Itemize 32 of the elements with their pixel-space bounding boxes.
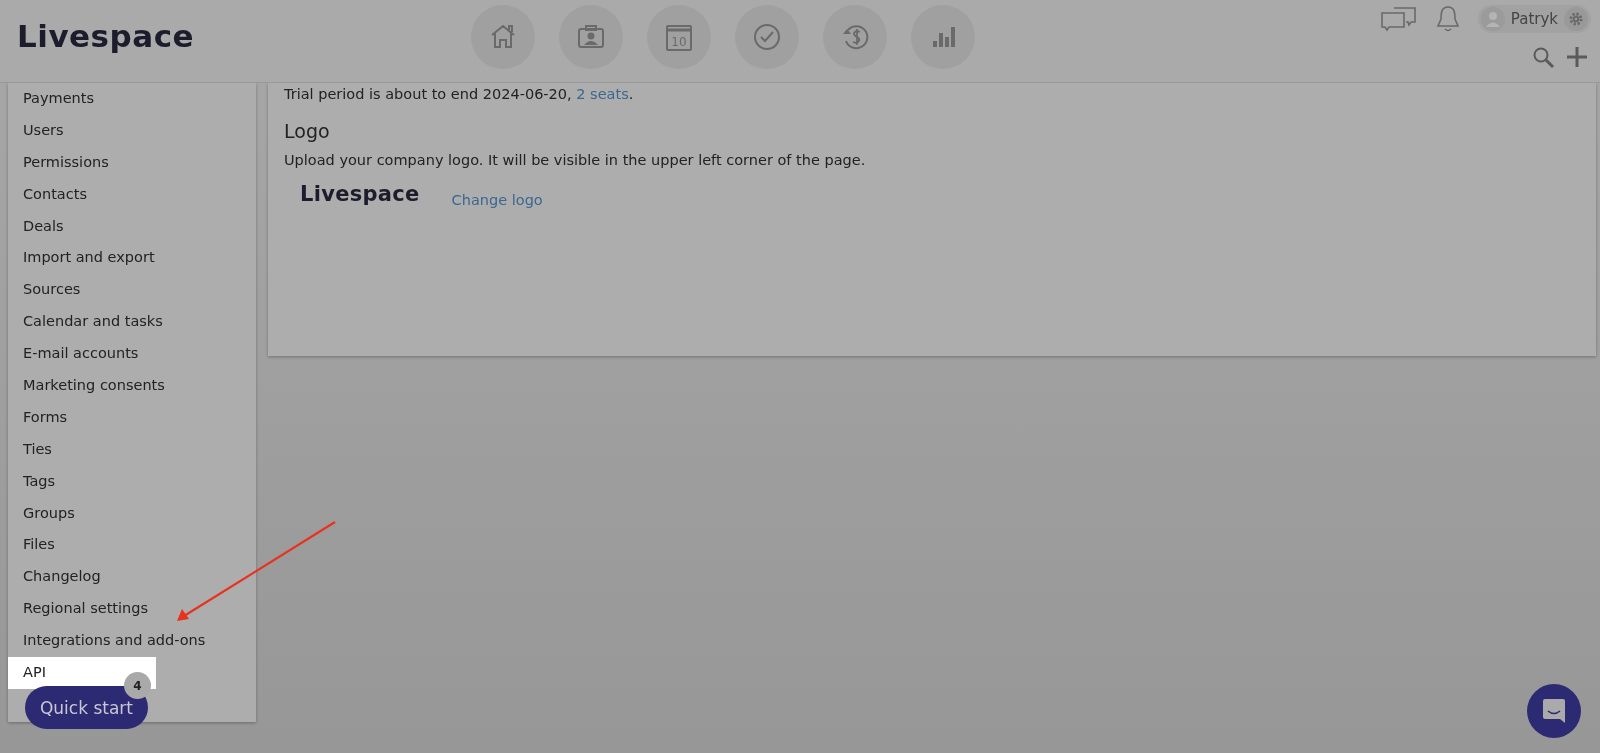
sidebar-item[interactable]: Tags — [8, 465, 256, 498]
plus-icon[interactable] — [1566, 46, 1588, 68]
bell-icon[interactable] — [1435, 4, 1460, 34]
sidebar-item[interactable]: Forms — [8, 401, 256, 434]
section-heading: Logo — [284, 120, 331, 142]
sidebar-item[interactable]: Payments — [8, 83, 256, 115]
sidebar-item[interactable]: Ties — [8, 433, 256, 466]
settings-icon[interactable] — [1568, 11, 1584, 27]
user-name: Patryk — [1510, 10, 1558, 28]
logo[interactable]: Livespace — [17, 18, 195, 54]
sidebar-item[interactable]: Deals — [8, 210, 256, 243]
sidebar-item[interactable]: Regional settings — [8, 593, 256, 626]
sidebar-item[interactable]: Permissions — [8, 146, 256, 179]
sidebar-item[interactable]: Marketing consents — [8, 370, 256, 402]
chat-button[interactable] — [1527, 684, 1581, 738]
company-logo: Livespace — [300, 182, 420, 206]
sidebar-item[interactable]: Calendar and tasks — [8, 306, 256, 339]
trial-notice: Trial period is about to end 2024-06-20, 2 seats. — [284, 86, 635, 102]
sidebar-item[interactable]: Changelog — [8, 561, 256, 594]
sidebar-item[interactable]: Users — [8, 114, 256, 147]
sidebar-item[interactable]: Integrations and add-ons — [8, 625, 256, 658]
sidebar-item[interactable]: E-mail accounts — [8, 338, 256, 370]
sidebar-item[interactable]: Groups — [8, 497, 256, 530]
sidebar-item[interactable]: Files — [8, 529, 256, 562]
sidebar-item[interactable]: Import and export — [8, 242, 256, 275]
chat-bubble-icon — [1542, 698, 1566, 724]
sidebar-item[interactable]: Sources — [8, 274, 256, 307]
chat-bubbles-icon[interactable] — [1379, 5, 1418, 33]
sidebar-item[interactable]: Contacts — [8, 178, 256, 211]
search-icon[interactable] — [1532, 46, 1556, 70]
section-description: Upload your company logo. It will be visible in the upper left corner of the page. — [284, 152, 867, 168]
user-menu[interactable]: Patryk — [1477, 5, 1591, 33]
